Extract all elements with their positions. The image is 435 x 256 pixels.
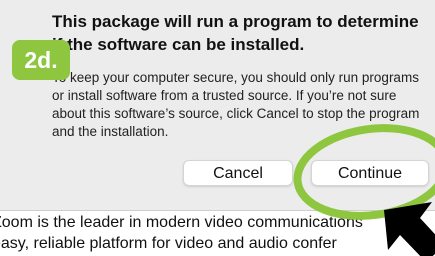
cursor-arrow-icon (384, 202, 435, 256)
annotation-overlay (293, 124, 435, 256)
